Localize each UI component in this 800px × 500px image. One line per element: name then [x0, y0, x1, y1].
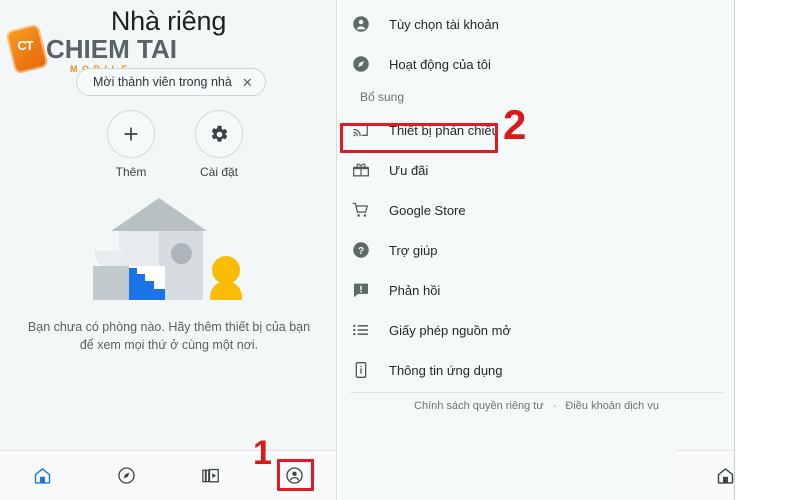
cart-icon — [350, 199, 372, 221]
help-icon: ? — [350, 239, 372, 261]
nav-home-left[interactable] — [0, 451, 84, 500]
illustration-window — [171, 243, 192, 264]
nav-media-left[interactable] — [169, 451, 253, 500]
app-info-icon — [350, 359, 372, 381]
menu-item-label: Trợ giúp — [389, 242, 438, 258]
nav-home-right[interactable] — [676, 451, 734, 500]
close-icon[interactable]: ✕ — [242, 76, 253, 89]
media-icon — [202, 468, 219, 483]
gift-icon — [350, 159, 372, 181]
quick-actions: Thêm Cài đặt — [100, 110, 250, 179]
screenshot-root: Nhà riêng CT CHIEM TAI MOBILE Mời thành … — [0, 0, 800, 500]
home-icon — [717, 468, 734, 484]
feedback-icon — [350, 279, 372, 301]
list-icon — [350, 319, 372, 341]
watermark-badge-text: CT — [17, 38, 33, 53]
cast-icon — [350, 119, 372, 141]
account-icon — [286, 467, 304, 484]
compass-filled-icon — [350, 53, 372, 75]
menu-divider — [350, 392, 723, 393]
privacy-policy-link[interactable]: Chính sách quyền riêng tư — [414, 400, 544, 412]
nav-explore-left[interactable] — [84, 451, 168, 500]
settings-button[interactable]: Cài đặt — [188, 110, 250, 179]
add-button-circle[interactable] — [107, 110, 155, 158]
home-icon — [34, 468, 50, 484]
invite-chip-label: Mời thành viên trong nhà — [93, 75, 232, 89]
menu-item-cast-device[interactable]: Thiết bị phản chiếu — [338, 110, 734, 150]
menu-item-label: Ưu đãi — [389, 162, 429, 178]
menu-item-label: Thiết bị phản chiếu — [389, 122, 499, 138]
home-screen-pane: Nhà riêng CT CHIEM TAI MOBILE Mời thành … — [0, 0, 337, 500]
menu-item-my-activity[interactable]: Hoạt động của tôi — [338, 44, 734, 84]
menu-item-google-store[interactable]: Google Store — [338, 190, 734, 230]
bottom-nav-left — [0, 450, 336, 500]
settings-button-circle[interactable] — [195, 110, 243, 158]
empty-home-illustration — [93, 198, 245, 306]
section-header-bo-sung: Bổ sung — [360, 90, 405, 104]
menu-item-app-info[interactable]: Thông tin ứng dụng — [338, 350, 734, 390]
menu-item-label: Giấy phép nguồn mở — [389, 322, 511, 338]
annotation-step-1: 1 — [253, 434, 272, 472]
invite-household-member-chip[interactable]: Mời thành viên trong nhà ✕ — [76, 68, 266, 96]
menu-item-label: Thông tin ứng dụng — [389, 362, 503, 378]
add-button-label: Thêm — [115, 165, 147, 179]
account-circle-icon — [350, 13, 372, 35]
menu-item-label: Hoạt động của tôi — [389, 56, 491, 72]
menu-item-offers[interactable]: Ưu đãi — [338, 150, 734, 190]
menu-item-label: Tùy chọn tài khoản — [389, 16, 499, 32]
watermark-brand-name: CHIEM TAI — [46, 34, 177, 64]
account-menu-pane: Tùy chọn tài khoản Hoạt động của tôi Bổ … — [338, 0, 735, 500]
menu-item-account-options[interactable]: Tùy chọn tài khoản — [338, 4, 734, 44]
terms-of-service-link[interactable]: Điều khoản dịch vụ — [565, 400, 659, 412]
bottom-nav-right — [676, 450, 734, 500]
menu-item-label: Google Store — [389, 202, 466, 218]
illustration-person-head — [212, 256, 240, 284]
legal-links: Chính sách quyền riêng tư · Điều khoản d… — [338, 400, 734, 412]
annotation-step-2: 2 — [503, 101, 527, 148]
gear-icon — [211, 125, 227, 142]
empty-state-text: Bạn chưa có phòng nào. Hãy thêm thiết bị… — [27, 320, 311, 352]
menu-item-feedback[interactable]: Phản hồi — [338, 270, 734, 310]
add-button[interactable]: Thêm — [100, 110, 162, 179]
compass-icon — [118, 467, 135, 484]
illustration-block-left — [93, 266, 129, 300]
illustration-roof — [111, 198, 207, 231]
settings-button-label: Cài đặt — [199, 165, 239, 179]
illustration-block-right — [165, 266, 203, 300]
account-menu-list: Tùy chọn tài khoản Hoạt động của tôi Bổ … — [338, 4, 734, 390]
plus-icon — [124, 127, 138, 141]
illustration-stairs — [129, 266, 165, 300]
legal-separator: · — [552, 400, 557, 412]
menu-item-help[interactable]: ? Trợ giúp — [338, 230, 734, 270]
menu-item-label: Phản hồi — [389, 282, 441, 298]
svg-text:?: ? — [358, 246, 364, 257]
menu-item-open-source-licenses[interactable]: Giấy phép nguồn mở — [338, 310, 734, 350]
illustration-person-body — [210, 281, 242, 300]
